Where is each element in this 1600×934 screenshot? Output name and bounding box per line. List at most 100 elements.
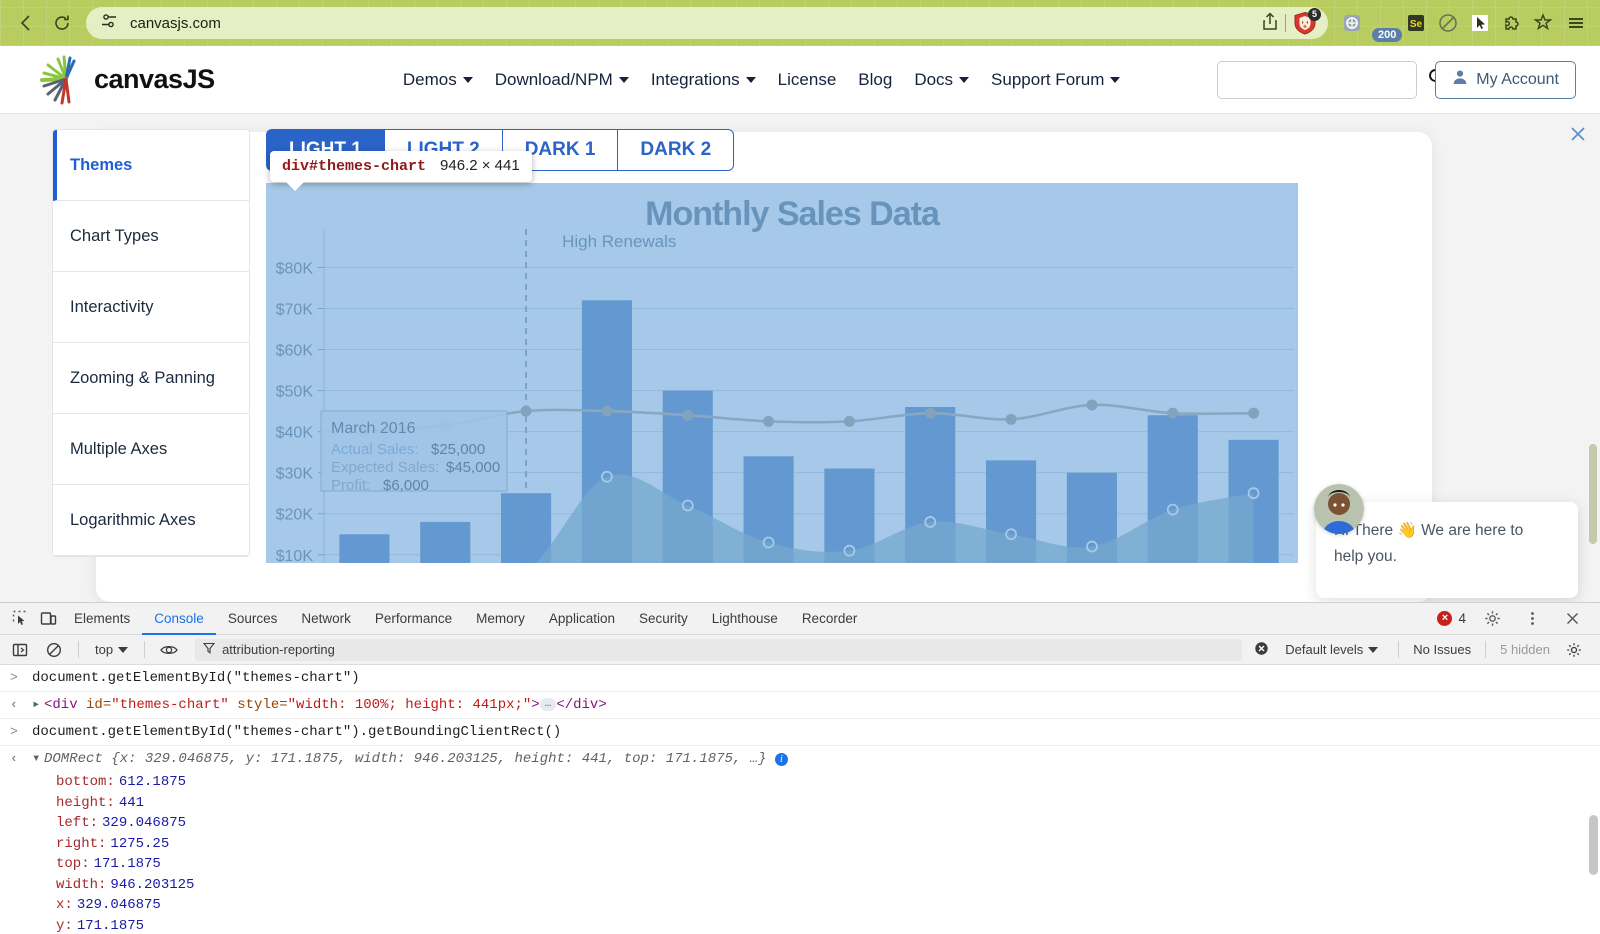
svg-text:$30K: $30K: [276, 466, 314, 483]
share-icon[interactable]: [1261, 11, 1279, 36]
address-bar[interactable]: canvasjs.com 5: [86, 7, 1328, 39]
devtools-tab-memory[interactable]: Memory: [464, 603, 537, 635]
close-icon[interactable]: [1568, 124, 1588, 148]
property-value: 329.046875: [102, 813, 186, 834]
clear-console-icon[interactable]: [40, 636, 68, 664]
chevron-down-icon: [959, 77, 969, 83]
site-header: canvasJS Demos Download/NPM Integrations…: [0, 46, 1600, 114]
console-sidebar-icon[interactable]: [6, 636, 34, 664]
devtools-tab-network[interactable]: Network: [289, 603, 363, 635]
dom-tag-close: >: [531, 697, 539, 713]
sidebar-item-logarithmic-axes[interactable]: Logarithmic Axes: [53, 485, 249, 556]
page-scrollbar[interactable]: [1589, 444, 1597, 544]
devtools-tab-sources[interactable]: Sources: [216, 603, 290, 635]
devtools-tab-elements[interactable]: Elements: [62, 603, 142, 635]
info-icon[interactable]: i: [775, 753, 788, 766]
site-logo[interactable]: canvasJS: [36, 53, 306, 107]
sidebar-item-themes[interactable]: Themes: [53, 130, 249, 201]
hidden-messages-count[interactable]: 5 hidden: [1500, 642, 1550, 657]
sidebar-item-interactivity[interactable]: Interactivity: [53, 272, 249, 343]
gear-icon[interactable]: [1560, 636, 1588, 664]
toolbar-divider: [1285, 14, 1286, 32]
bookmark-star-icon[interactable]: [1530, 9, 1558, 37]
search-input[interactable]: [1228, 71, 1427, 88]
site-search[interactable]: [1217, 61, 1417, 99]
property-name: height:: [56, 793, 115, 814]
domrect-property-row: right: 1275.25: [0, 834, 1600, 855]
devtools-tab-performance[interactable]: Performance: [363, 603, 464, 635]
console-output[interactable]: > document.getElementById("themes-chart"…: [0, 665, 1600, 934]
nav-item-docs[interactable]: Docs: [914, 70, 969, 90]
sidebar-item-multiple-axes[interactable]: Multiple Axes: [53, 414, 249, 485]
gear-icon[interactable]: [1478, 605, 1506, 633]
cursor-extension-icon[interactable]: [1466, 9, 1494, 37]
property-value: 329.046875: [77, 895, 161, 916]
my-account-button[interactable]: My Account: [1435, 61, 1576, 99]
console-filter-input[interactable]: attribution-reporting: [195, 639, 1242, 661]
domrect-header[interactable]: ▾DOMRect {x: 329.046875, y: 171.1875, wi…: [32, 749, 788, 769]
puzzle-extensions-icon[interactable]: [1498, 9, 1526, 37]
svg-text:$40K: $40K: [276, 425, 314, 442]
devtools-tab-console[interactable]: Console: [142, 603, 216, 635]
dom-collapsed-children[interactable]: …: [540, 698, 557, 711]
nav-item-support-forum[interactable]: Support Forum: [991, 70, 1120, 90]
devtools-tab-lighthouse[interactable]: Lighthouse: [700, 603, 790, 635]
property-name: bottom:: [56, 772, 115, 793]
prompt-icon: >: [10, 722, 32, 742]
blocked-extension-icon[interactable]: [1434, 9, 1462, 37]
error-count: 4: [1458, 611, 1466, 626]
main-nav: Demos Download/NPM Integrations License …: [306, 70, 1217, 90]
brave-lion-shield-icon[interactable]: 5: [1292, 11, 1318, 35]
device-toolbar-icon[interactable]: [34, 605, 62, 633]
extension-counter-icon[interactable]: 200: [1370, 9, 1398, 37]
nav-item-blog[interactable]: Blog: [858, 70, 892, 90]
close-icon[interactable]: [1558, 605, 1586, 633]
sidebar-item-zooming-panning[interactable]: Zooming & Panning: [53, 343, 249, 414]
themes-chart[interactable]: Monthly Sales Data$80K$70K$60K$50K$40K$3…: [266, 183, 1298, 563]
nav-item-download[interactable]: Download/NPM: [495, 70, 629, 90]
inspect-element-icon[interactable]: [6, 605, 34, 633]
expand-triangle-icon[interactable]: ▸: [32, 695, 44, 715]
sidebar-item-chart-types[interactable]: Chart Types: [53, 201, 249, 272]
error-count-badge[interactable]: × 4: [1437, 611, 1466, 626]
console-scrollbar[interactable]: [1589, 815, 1598, 875]
nav-item-demos[interactable]: Demos: [403, 70, 473, 90]
web-page: canvasJS Demos Download/NPM Integrations…: [0, 46, 1600, 602]
divider: [144, 641, 145, 658]
error-icon: ×: [1437, 611, 1452, 626]
devtools-tab-application[interactable]: Application: [537, 603, 627, 635]
kebab-menu-icon[interactable]: [1518, 605, 1546, 633]
svg-text:$50K: $50K: [276, 384, 314, 401]
site-settings-icon[interactable]: [100, 12, 118, 35]
clear-input-icon[interactable]: [1254, 641, 1269, 659]
browser-menu-icon[interactable]: [1562, 9, 1590, 37]
console-levels-selector[interactable]: Default levels: [1279, 642, 1384, 657]
nav-item-license[interactable]: License: [778, 70, 837, 90]
inspector-id: #themes-chart: [309, 158, 426, 175]
dom-attr-value: "width: 100%; height: 441px;": [288, 697, 532, 713]
property-name: top:: [56, 854, 90, 875]
property-value: 171.1875: [94, 854, 161, 875]
reload-button[interactable]: [44, 5, 80, 41]
chevron-down-icon: [746, 77, 756, 83]
extension-generic-icon[interactable]: [1338, 9, 1366, 37]
live-expression-icon[interactable]: [155, 636, 183, 664]
collapse-triangle-icon[interactable]: ▾: [32, 749, 44, 769]
domrect-type: DOMRect: [44, 751, 103, 767]
selenium-extension-icon[interactable]: Se: [1402, 9, 1430, 37]
console-context-selector[interactable]: top: [89, 642, 134, 657]
back-button[interactable]: [8, 5, 44, 41]
user-icon: [1452, 69, 1468, 90]
devtools-tab-security[interactable]: Security: [627, 603, 700, 635]
nav-item-integrations[interactable]: Integrations: [651, 70, 756, 90]
issues-status[interactable]: No Issues: [1413, 642, 1471, 657]
dom-attr-name: style=: [229, 697, 288, 713]
console-dom-result[interactable]: ▸<div id="themes-chart" style="width: 10…: [32, 695, 607, 715]
chevron-down-icon: [463, 77, 473, 83]
chevron-down-icon: [1110, 77, 1120, 83]
domrect-property-row: y: 171.1875: [0, 916, 1600, 934]
devtools-tab-recorder[interactable]: Recorder: [790, 603, 870, 635]
console-domrect-row: ‹ ▾DOMRect {x: 329.046875, y: 171.1875, …: [0, 746, 1600, 772]
demo-section: Themes Chart Types Interactivity Zooming…: [0, 114, 1600, 602]
theme-tab-dark-2[interactable]: DARK 2: [617, 129, 734, 171]
